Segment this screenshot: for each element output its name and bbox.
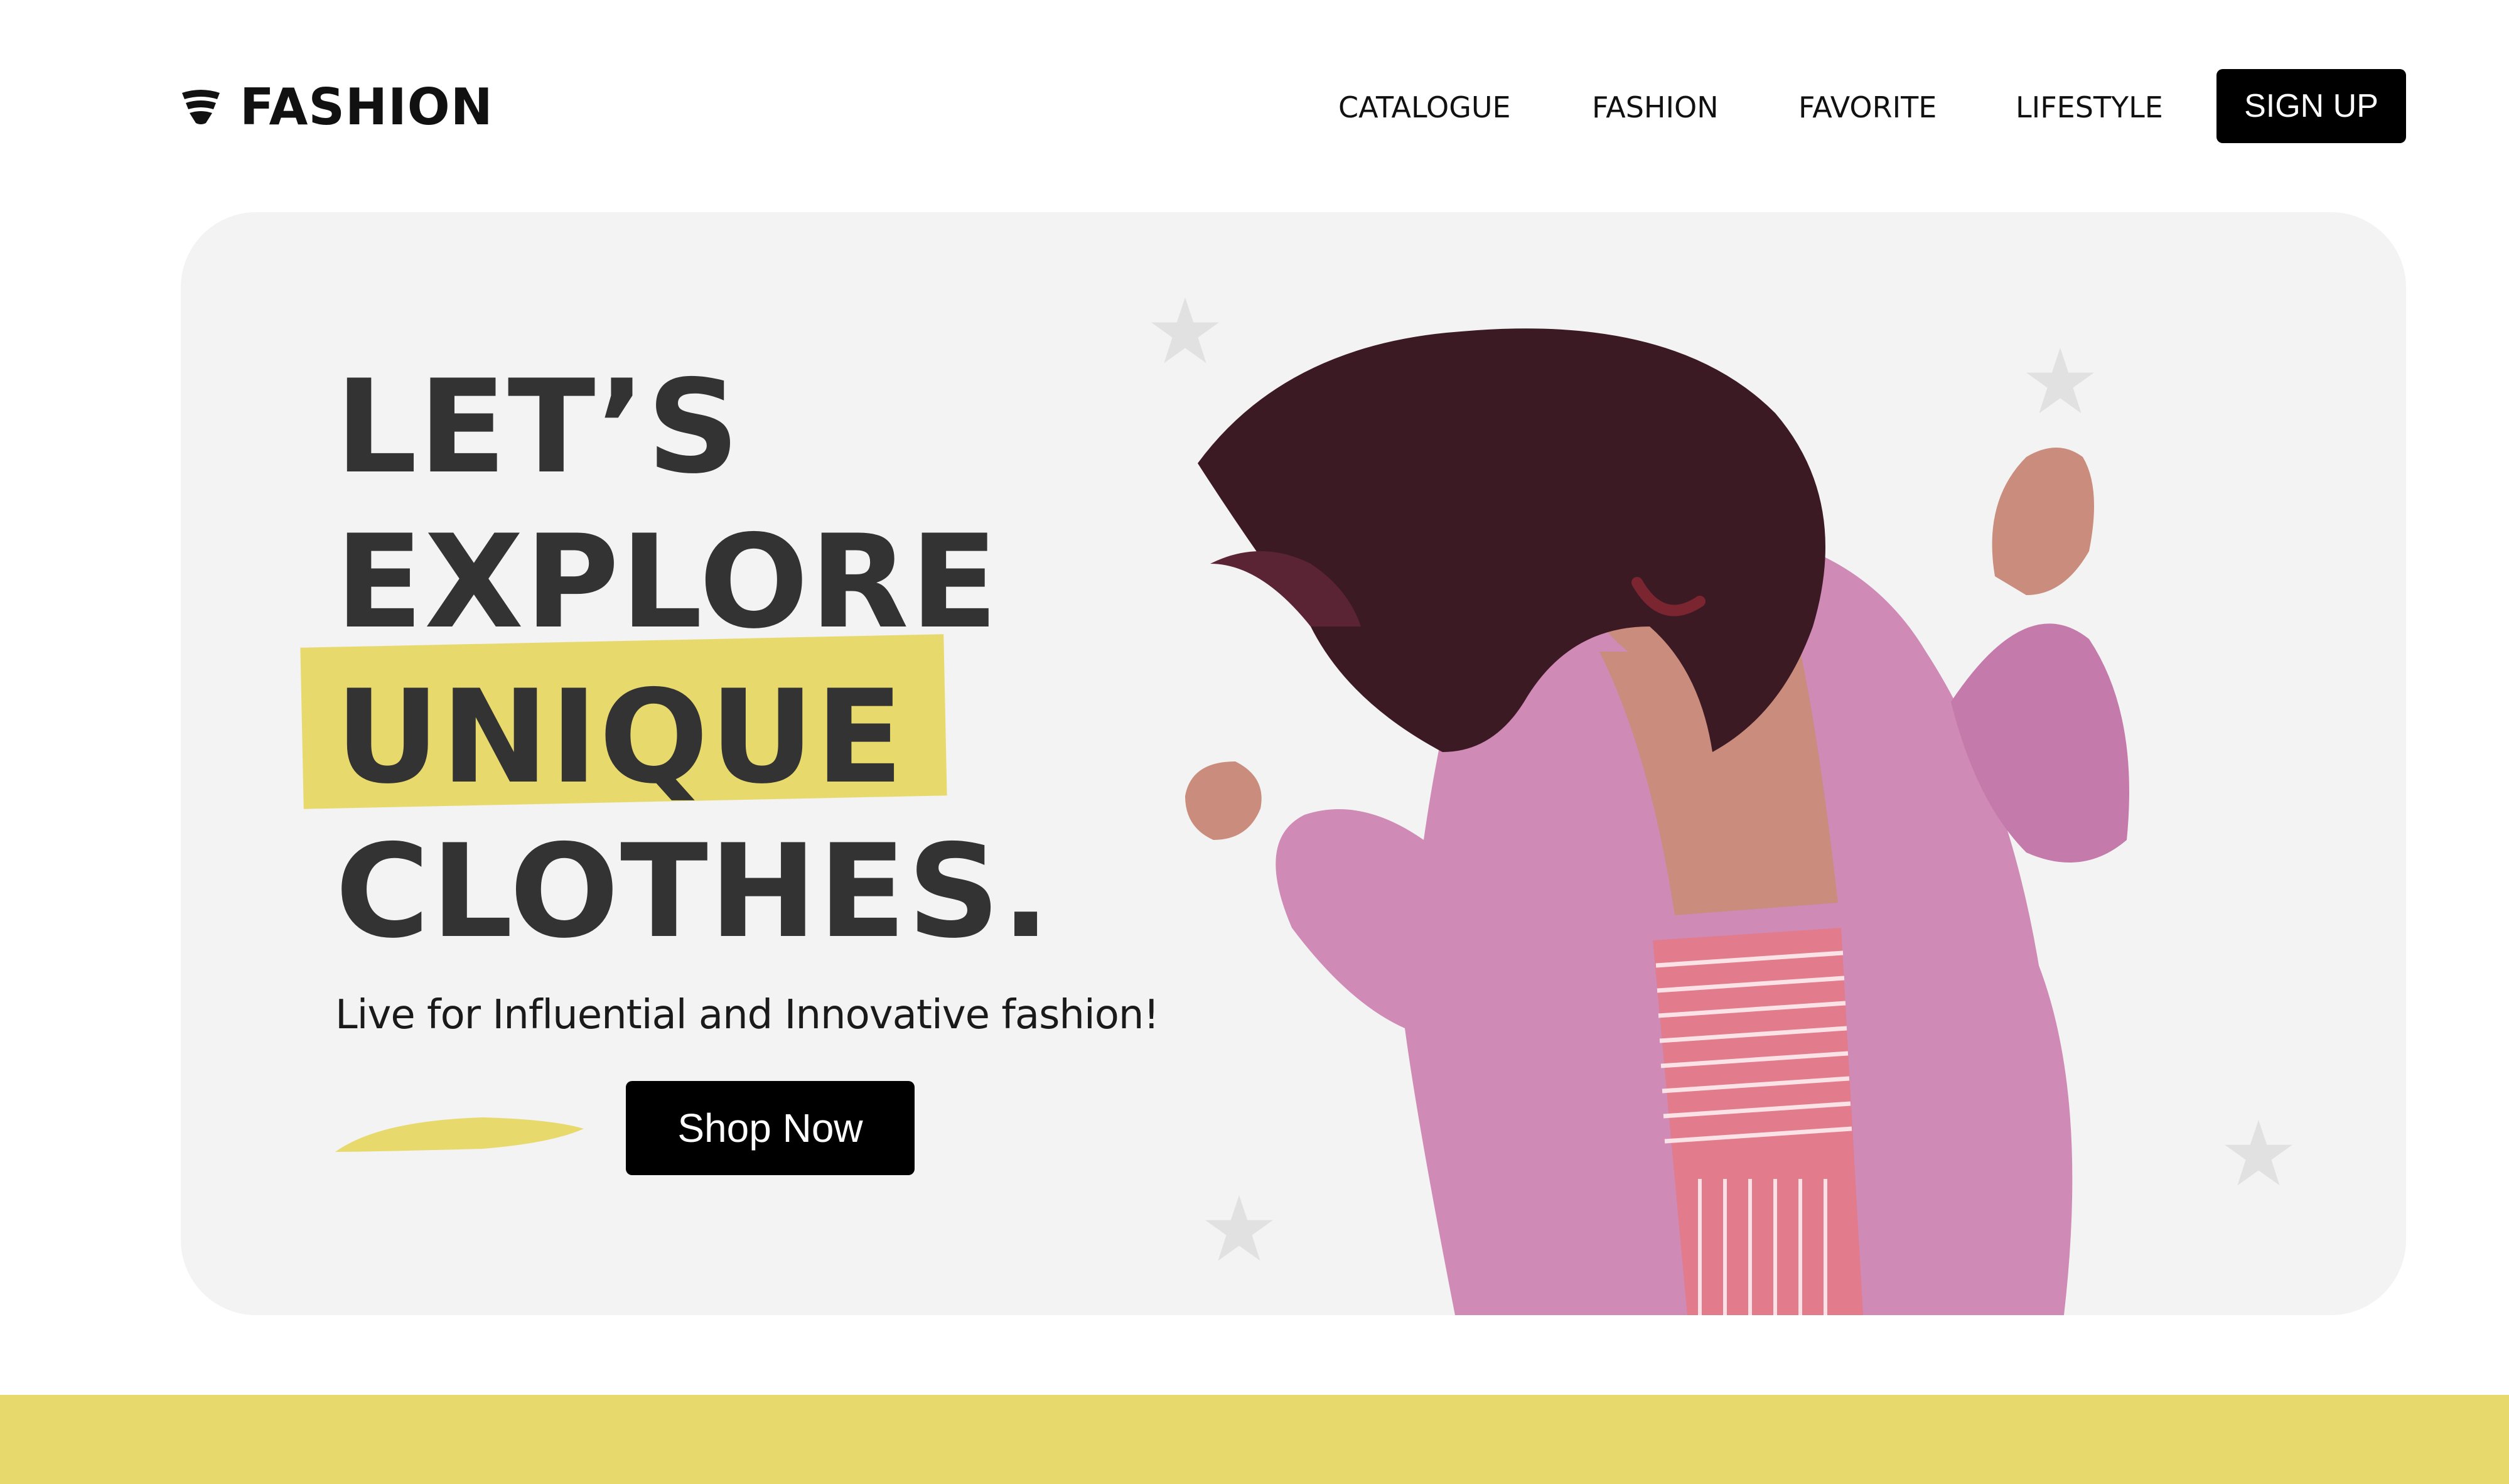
brush-stroke-decoration (335, 1117, 584, 1152)
hero-banner: LET’S EXPLORE UNIQUE CLOTHES. Live for I… (181, 212, 2406, 1315)
brand-name: FASHION (240, 77, 493, 136)
headline-line-4: CLOTHES. (335, 817, 1051, 967)
footer-band (0, 1395, 2509, 1484)
site-header: FASHION CATALOGUE FASHION FAVORITE LIFES… (0, 0, 2509, 207)
headline-line-2: EXPLORE (335, 508, 999, 657)
nav-item-favorite[interactable]: FAVORITE (1798, 85, 1937, 129)
wifi-fan-icon (182, 90, 220, 124)
model-photo (1185, 328, 2129, 1315)
sign-up-button[interactable]: SIGN UP (2216, 69, 2406, 143)
nav-item-catalogue[interactable]: CATALOGUE (1338, 85, 1511, 129)
headline-line-3: UNIQUE (335, 663, 905, 812)
landing-page: FASHION CATALOGUE FASHION FAVORITE LIFES… (0, 0, 2509, 1484)
hero-tagline: Live for Influential and Innovative fash… (335, 992, 1159, 1038)
shop-now-button[interactable]: Shop Now (626, 1081, 915, 1175)
brand-logo[interactable]: FASHION (181, 75, 493, 138)
headline-line-1: LET’S (335, 353, 741, 502)
nav-item-fashion[interactable]: FASHION (1592, 85, 1719, 129)
nav-item-lifestyle[interactable]: LIFESTYLE (2016, 85, 2163, 129)
